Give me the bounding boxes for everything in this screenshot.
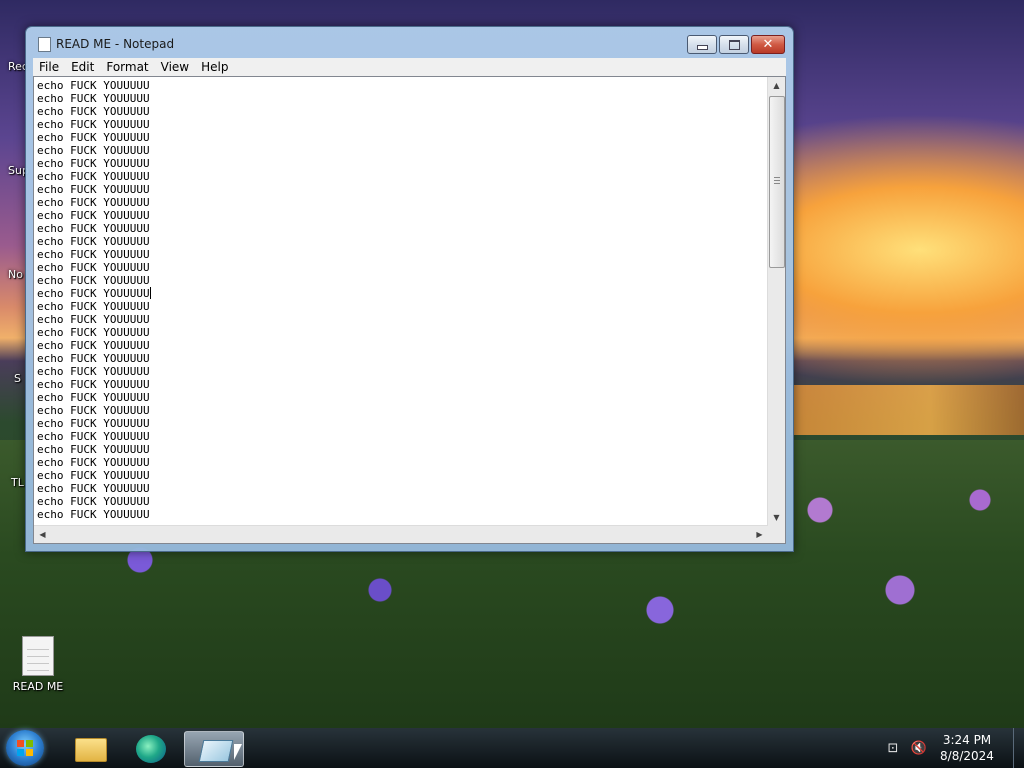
network-icon[interactable]: ⊡ — [885, 740, 901, 756]
clock-time: 3:24 PM — [942, 733, 992, 747]
text-editor[interactable]: echo FUCK YOUUUUU echo FUCK YOUUUUU echo F… — [33, 76, 786, 544]
text-line: echo FUCK YOUUUUU — [37, 248, 150, 261]
text-line: echo FUCK YOUUUUU — [37, 79, 150, 92]
wallpaper-lake — [790, 385, 1024, 435]
scrollbar-corner — [768, 526, 785, 543]
text-line: echo FUCK YOUUUUU — [37, 131, 150, 144]
text-line: echo FUCK YOUUUUU — [37, 300, 150, 313]
text-line: echo FUCK YOUUUUU — [37, 404, 150, 417]
text-line: echo FUCK YOUUUUU — [37, 92, 150, 105]
text-line: echo FUCK YOUUUUU — [37, 391, 150, 404]
text-line: echo FUCK YOUUUUU — [37, 118, 150, 131]
close-icon: ✕ — [762, 37, 774, 52]
start-button[interactable] — [6, 730, 44, 766]
taskbar: ⊡ 🔇 3:24 PM 8/8/2024 — [0, 728, 1024, 768]
text-line: echo FUCK YOUUUUU — [37, 508, 150, 521]
text-line: echo FUCK YOUUUUU — [37, 326, 150, 339]
text-caret — [149, 287, 151, 299]
text-line: echo FUCK YOUUUUU — [37, 365, 150, 378]
text-line: echo FUCK YOUUUUU — [37, 170, 150, 183]
close-button[interactable]: ✕ — [751, 35, 785, 54]
vertical-scroll-thumb[interactable] — [769, 96, 785, 268]
text-line: echo FUCK YOUUUUU — [37, 339, 150, 352]
menu-view[interactable]: View — [155, 60, 195, 74]
clock-date: 8/8/2024 — [940, 749, 994, 763]
scroll-left-arrow-icon[interactable]: ◀ — [34, 526, 51, 543]
desktop-icon-label-no[interactable]: No — [8, 268, 23, 281]
edge-icon — [136, 735, 166, 763]
text-line: echo FUCK YOUUUUU — [37, 456, 150, 469]
text-document-icon — [22, 636, 54, 676]
menu-bar: File Edit Format View Help — [33, 58, 786, 76]
horizontal-scrollbar[interactable]: ◀ ▶ — [34, 525, 768, 543]
caption-buttons: ✕ — [685, 35, 785, 54]
text-line: echo FUCK YOUUUUU — [37, 261, 150, 274]
text-line: echo FUCK YOUUUUU — [37, 196, 150, 209]
folder-icon — [75, 738, 107, 762]
notepad-window[interactable]: READ ME - Notepad ✕ File Edit Format Vie… — [25, 26, 794, 552]
text-line: echo FUCK YOUUUUU — [37, 157, 150, 170]
window-title: READ ME - Notepad — [56, 37, 175, 51]
vertical-scrollbar[interactable]: ▲ ▼ — [767, 77, 785, 526]
notepad-icon — [198, 740, 234, 762]
text-line: echo FUCK YOUUUUU — [37, 430, 150, 443]
text-line: echo FUCK YOUUUUU — [37, 469, 150, 482]
clock[interactable]: 3:24 PM 8/8/2024 — [937, 732, 997, 764]
maximize-button[interactable] — [719, 35, 749, 54]
text-line: echo FUCK YOUUUUU — [37, 274, 150, 287]
text-content[interactable]: echo FUCK YOUUUUU echo FUCK YOUUUUU echo F… — [37, 79, 765, 524]
text-line: echo FUCK YOUUUUU — [37, 144, 150, 157]
text-line: echo FUCK YOUUUUU — [37, 235, 150, 248]
taskbar-file-explorer[interactable] — [60, 731, 118, 765]
maximize-icon — [728, 39, 740, 50]
desktop-icon-label-tl[interactable]: TL — [11, 476, 24, 489]
menu-edit[interactable]: Edit — [65, 60, 100, 74]
text-line: echo FUCK YOUUUUU — [37, 495, 150, 508]
grip-icon — [774, 177, 780, 185]
desktop-icon-label: READ ME — [12, 680, 64, 693]
scroll-down-arrow-icon[interactable]: ▼ — [768, 509, 785, 526]
scroll-right-arrow-icon[interactable]: ▶ — [751, 526, 768, 543]
desktop-icon-read-me[interactable]: READ ME — [10, 636, 66, 693]
text-line: echo FUCK YOUUUUU — [37, 443, 150, 456]
desktop-icon-label-s[interactable]: S — [14, 372, 21, 385]
text-line: echo FUCK YOUUUUU — [37, 287, 151, 300]
scroll-up-arrow-icon[interactable]: ▲ — [768, 77, 785, 94]
text-line: echo FUCK YOUUUUU — [37, 222, 150, 235]
text-line: echo FUCK YOUUUUU — [37, 313, 150, 326]
show-desktop-button[interactable] — [1013, 728, 1024, 768]
system-tray: ⊡ 🔇 3:24 PM 8/8/2024 — [885, 728, 1024, 768]
menu-format[interactable]: Format — [100, 60, 154, 74]
notepad-icon[interactable] — [38, 37, 51, 52]
text-line: echo FUCK YOUUUUU — [37, 352, 150, 365]
minimize-icon — [696, 45, 708, 50]
text-line: echo FUCK YOUUUUU — [37, 417, 150, 430]
menu-help[interactable]: Help — [195, 60, 234, 74]
text-line: echo FUCK YOUUUUU — [37, 183, 150, 196]
text-line: echo FUCK YOUUUUU — [37, 209, 150, 222]
volume-muted-icon[interactable]: 🔇 — [911, 740, 927, 756]
minimize-button[interactable] — [687, 35, 717, 54]
title-bar[interactable]: READ ME - Notepad ✕ — [26, 27, 793, 59]
text-line: echo FUCK YOUUUUU — [37, 105, 150, 118]
text-line: echo FUCK YOUUUUU — [37, 482, 150, 495]
text-line: echo FUCK YOUUUUU — [37, 378, 150, 391]
menu-file[interactable]: File — [33, 60, 65, 74]
mouse-cursor-icon — [234, 744, 242, 760]
taskbar-edge[interactable] — [122, 731, 180, 765]
